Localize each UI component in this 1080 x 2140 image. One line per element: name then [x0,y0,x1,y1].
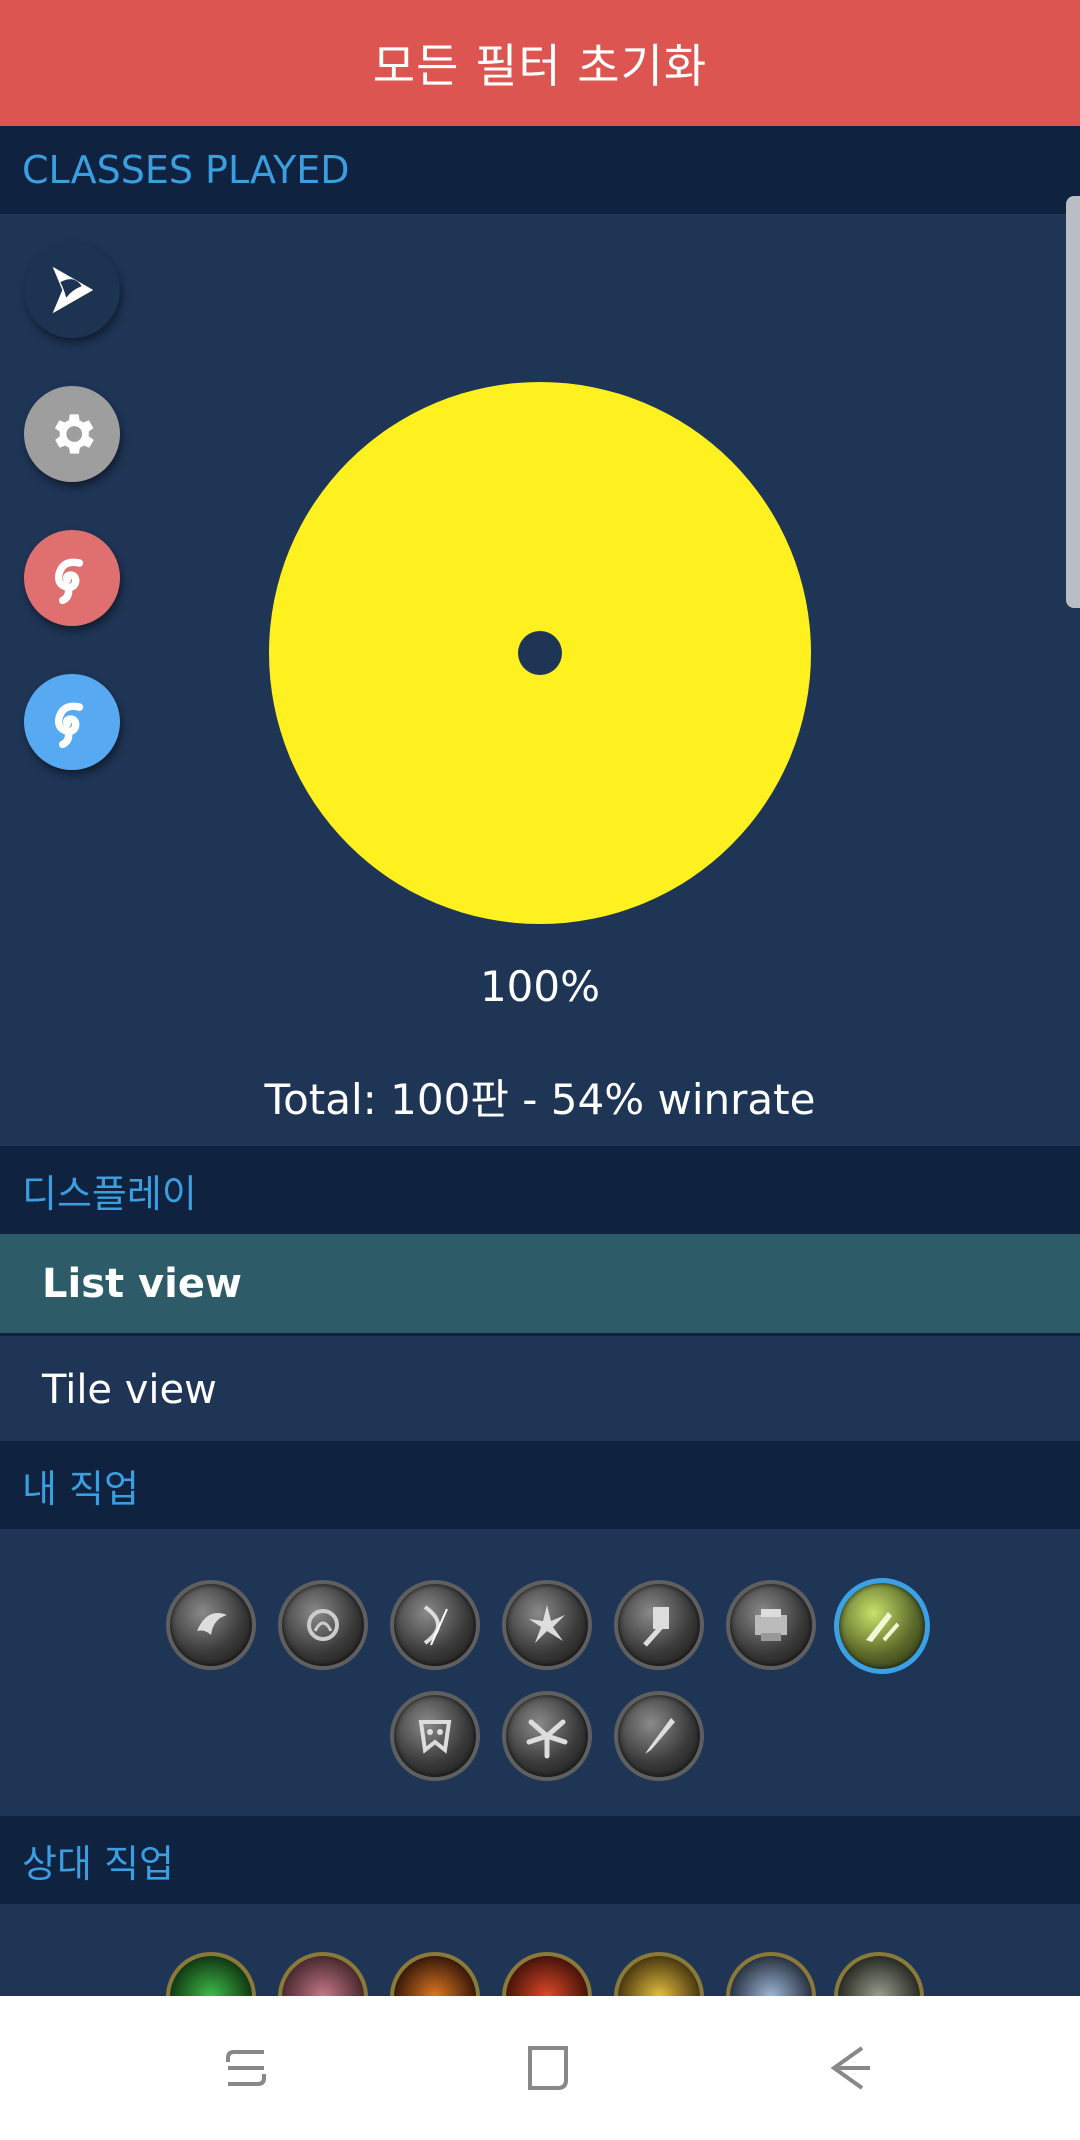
class-hunter-button[interactable] [390,1580,480,1670]
recent-apps-icon[interactable] [218,2040,274,2096]
section-title: 내 직업 [22,1466,139,1511]
casual-mode-button[interactable] [24,674,120,770]
mage-icon [529,1605,565,1643]
home-icon[interactable] [520,2040,576,2096]
rogue-icon [866,1612,900,1642]
class-mage-button[interactable] [502,1580,592,1670]
section-title: 상대 직업 [22,1841,174,1886]
reset-filters-button[interactable]: 모든 필터 초기화 [0,0,1080,126]
hearthstone-casual-icon [54,702,84,749]
demon-hunter-icon [197,1613,227,1635]
warrior-icon [645,1718,675,1754]
shaman-icon [418,1720,452,1754]
section-header-display: 디스플레이 [0,1146,1080,1234]
warlock-icon [526,1719,568,1759]
list-view-option[interactable]: List view [0,1234,1080,1336]
list-view-label: List view [42,1260,242,1307]
section-title: CLASSES PLAYED [22,148,350,192]
hearthstone-ranked-icon [54,558,84,605]
settings-button[interactable] [24,386,120,482]
section-header-opponent-class: 상대 직업 [0,1816,1080,1904]
section-title: 디스플레이 [22,1171,197,1216]
class-rogue-button[interactable] [834,1578,930,1674]
game-mode-button[interactable] [24,242,120,338]
pie-center-hole [518,631,562,675]
class-demon-hunter-button[interactable] [166,1580,256,1670]
system-navigation-bar [0,1996,1080,2140]
class-warlock-button[interactable] [502,1691,592,1781]
scrollbar[interactable] [1066,196,1080,608]
section-header-my-class: 내 직업 [0,1441,1080,1529]
classes-pie-chart[interactable] [269,382,811,924]
pie-percent-label: 100% [479,962,601,1011]
tile-view-label: Tile view [42,1367,217,1413]
class-druid-button[interactable] [278,1580,368,1670]
gear-icon [54,414,94,454]
druid-icon [307,1609,339,1641]
reset-filters-label: 모든 필터 초기화 [372,39,708,93]
class-paladin-button[interactable] [614,1580,704,1670]
game-mode-icon [52,266,94,314]
class-priest-button[interactable] [726,1580,816,1670]
total-games-label: Total: 100판 - 54% winrate [264,1075,816,1124]
hunter-icon [423,1605,448,1646]
section-header-classes-played: CLASSES PLAYED [0,126,1080,214]
back-icon[interactable] [822,2040,878,2096]
ranked-mode-button[interactable] [24,530,120,626]
tile-view-option[interactable]: Tile view [0,1339,1080,1441]
paladin-icon [643,1607,669,1647]
class-warrior-button[interactable] [614,1691,704,1781]
class-shaman-button[interactable] [390,1691,480,1781]
priest-icon [755,1609,787,1641]
